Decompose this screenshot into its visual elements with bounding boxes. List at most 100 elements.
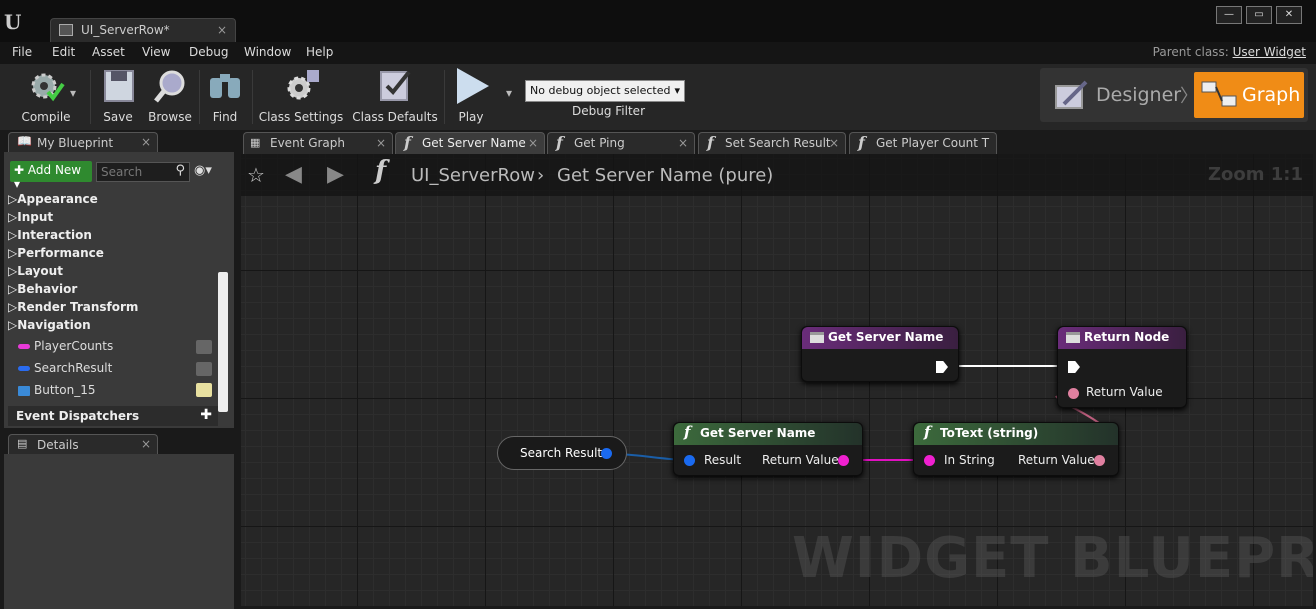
find-button[interactable]: Find — [202, 68, 248, 126]
my-blueprint-tab[interactable]: 📖 My Blueprint × — [8, 132, 158, 152]
menu-view[interactable]: View — [142, 45, 170, 59]
close-icon[interactable]: × — [528, 136, 538, 150]
category-layout[interactable]: ▷Layout — [8, 264, 63, 278]
exec-in-pin[interactable] — [1068, 361, 1080, 373]
function-entry-icon — [810, 332, 824, 343]
separator — [252, 70, 253, 124]
visibility-toggle-icon[interactable] — [196, 362, 212, 376]
search-input[interactable]: Search ⚲ — [96, 162, 190, 182]
tab-get-player-count[interactable]: f Get Player Count T — [849, 132, 997, 154]
play-options-dropdown-icon[interactable]: ▾ — [506, 86, 512, 100]
close-icon[interactable]: × — [829, 136, 839, 150]
add-new-label: Add New — [27, 163, 82, 177]
category-navigation[interactable]: ▷Navigation — [8, 318, 91, 332]
expand-arrow-icon: ▷ — [8, 246, 18, 260]
tab-label: Get Player Count T — [876, 136, 990, 150]
variable-item[interactable]: PlayerCounts — [18, 339, 113, 353]
menu-window[interactable]: Window — [244, 45, 291, 59]
parent-class-link[interactable]: User Widget — [1233, 45, 1306, 59]
search-placeholder: Search — [101, 165, 143, 179]
play-label: Play — [458, 110, 484, 124]
tab-label: Set Search Result — [725, 136, 831, 150]
variable-item[interactable]: Button_15 — [18, 383, 95, 397]
debug-object-select[interactable]: No debug object selected ▾ — [525, 80, 685, 102]
node-title: Get Server Name — [828, 330, 944, 344]
details-tab[interactable]: ▤ Details × — [8, 434, 158, 454]
save-button[interactable]: Save — [96, 68, 140, 126]
class-settings-button[interactable]: Class Settings — [256, 68, 346, 126]
browse-button[interactable]: Browse — [144, 68, 196, 126]
close-icon[interactable]: × — [376, 136, 386, 150]
pin-label: Result — [704, 453, 742, 467]
function-entry-node[interactable]: Get Server Name — [801, 326, 959, 382]
in-string-pin[interactable] — [924, 455, 935, 466]
node-header: f ToText (string) — [914, 423, 1118, 445]
menu-file[interactable]: File — [12, 45, 32, 59]
event-dispatchers-header[interactable]: Event Dispatchers ✚ — [8, 406, 218, 426]
get-server-name-node[interactable]: f Get Server Name Result Return Value — [673, 422, 863, 476]
category-behavior[interactable]: ▷Behavior — [8, 282, 77, 296]
function-icon: f — [858, 133, 865, 152]
scrollbar[interactable] — [218, 272, 228, 412]
node-title: Get Server Name — [700, 426, 816, 440]
menu-bar: File Edit Asset View Debug Window Help P… — [0, 42, 1316, 64]
add-new-button[interactable]: ✚ Add New ▾ — [10, 161, 92, 191]
expand-arrow-icon: ▷ — [8, 192, 18, 206]
variable-item[interactable]: SearchResult — [18, 361, 112, 375]
pin-label: In String — [944, 453, 995, 467]
maximize-button[interactable]: ▭ — [1246, 6, 1272, 24]
tab-get-ping[interactable]: f Get Ping × — [547, 132, 695, 154]
string-output-pin[interactable] — [838, 455, 849, 466]
close-icon[interactable]: × — [141, 135, 151, 149]
menu-help[interactable]: Help — [306, 45, 333, 59]
result-input-pin[interactable] — [684, 455, 695, 466]
add-event-dispatcher-plus-icon[interactable]: ✚ — [200, 407, 212, 423]
category-input[interactable]: ▷Input — [8, 210, 53, 224]
exec-out-pin[interactable] — [936, 361, 948, 373]
menu-asset[interactable]: Asset — [92, 45, 125, 59]
node-header: f Get Server Name — [674, 423, 862, 445]
graph-mode-button[interactable]: Graph — [1194, 72, 1304, 118]
graph-canvas[interactable]: ☆ ◀ ▶ f UI_ServerRow › Get Server Name (… — [241, 154, 1313, 606]
close-icon[interactable]: × — [678, 136, 688, 150]
tab-event-graph[interactable]: ▦ Event Graph × — [243, 132, 393, 154]
category-performance[interactable]: ▷Performance — [8, 246, 104, 260]
category-interaction[interactable]: ▷Interaction — [8, 228, 92, 242]
to-text-node[interactable]: f ToText (string) In String Return Value — [913, 422, 1119, 476]
tab-get-server-name[interactable]: f Get Server Name × — [395, 132, 545, 154]
return-value-pin[interactable] — [1068, 388, 1079, 399]
find-binoculars-icon — [210, 74, 240, 98]
close-window-button[interactable]: ✕ — [1276, 6, 1302, 24]
search-result-variable-node[interactable]: Search Result — [497, 436, 627, 470]
play-button[interactable]: Play — [448, 68, 494, 126]
play-icon — [457, 68, 489, 104]
function-icon: f — [707, 133, 714, 152]
function-icon: f — [556, 133, 563, 152]
return-node[interactable]: Return Node Return Value — [1057, 326, 1187, 408]
menu-edit[interactable]: Edit — [52, 45, 75, 59]
class-defaults-button[interactable]: Class Defaults — [352, 68, 438, 126]
designer-mode-button[interactable]: Designer — [1052, 76, 1192, 116]
class-defaults-label: Class Defaults — [352, 110, 438, 124]
visibility-eye-icon[interactable]: ◉▾ — [194, 163, 212, 178]
menu-debug[interactable]: Debug — [189, 45, 228, 59]
document-tab[interactable]: UI_ServerRow* × — [50, 18, 236, 42]
close-icon[interactable]: × — [141, 437, 151, 451]
expand-arrow-icon: ▷ — [8, 228, 18, 242]
text-output-pin[interactable] — [1094, 455, 1105, 466]
category-render-transform[interactable]: ▷Render Transform — [8, 300, 138, 314]
category-appearance[interactable]: ▷Appearance — [8, 192, 98, 206]
minimize-button[interactable]: — — [1216, 6, 1242, 24]
node-header: Return Node — [1058, 327, 1186, 349]
compile-gear-icon — [31, 73, 65, 102]
struct-output-pin[interactable] — [601, 448, 612, 459]
tab-set-search-result[interactable]: f Set Search Result × — [698, 132, 846, 154]
search-icon: ⚲ — [175, 163, 185, 178]
close-icon[interactable]: × — [217, 23, 227, 37]
category-label: Render Transform — [17, 300, 139, 314]
array-type-pill-icon — [18, 344, 30, 349]
visibility-toggle-icon[interactable] — [196, 340, 212, 354]
compile-dropdown-icon[interactable]: ▾ — [70, 86, 76, 100]
node-title: ToText (string) — [940, 426, 1039, 440]
eye-open-icon[interactable] — [196, 383, 212, 397]
